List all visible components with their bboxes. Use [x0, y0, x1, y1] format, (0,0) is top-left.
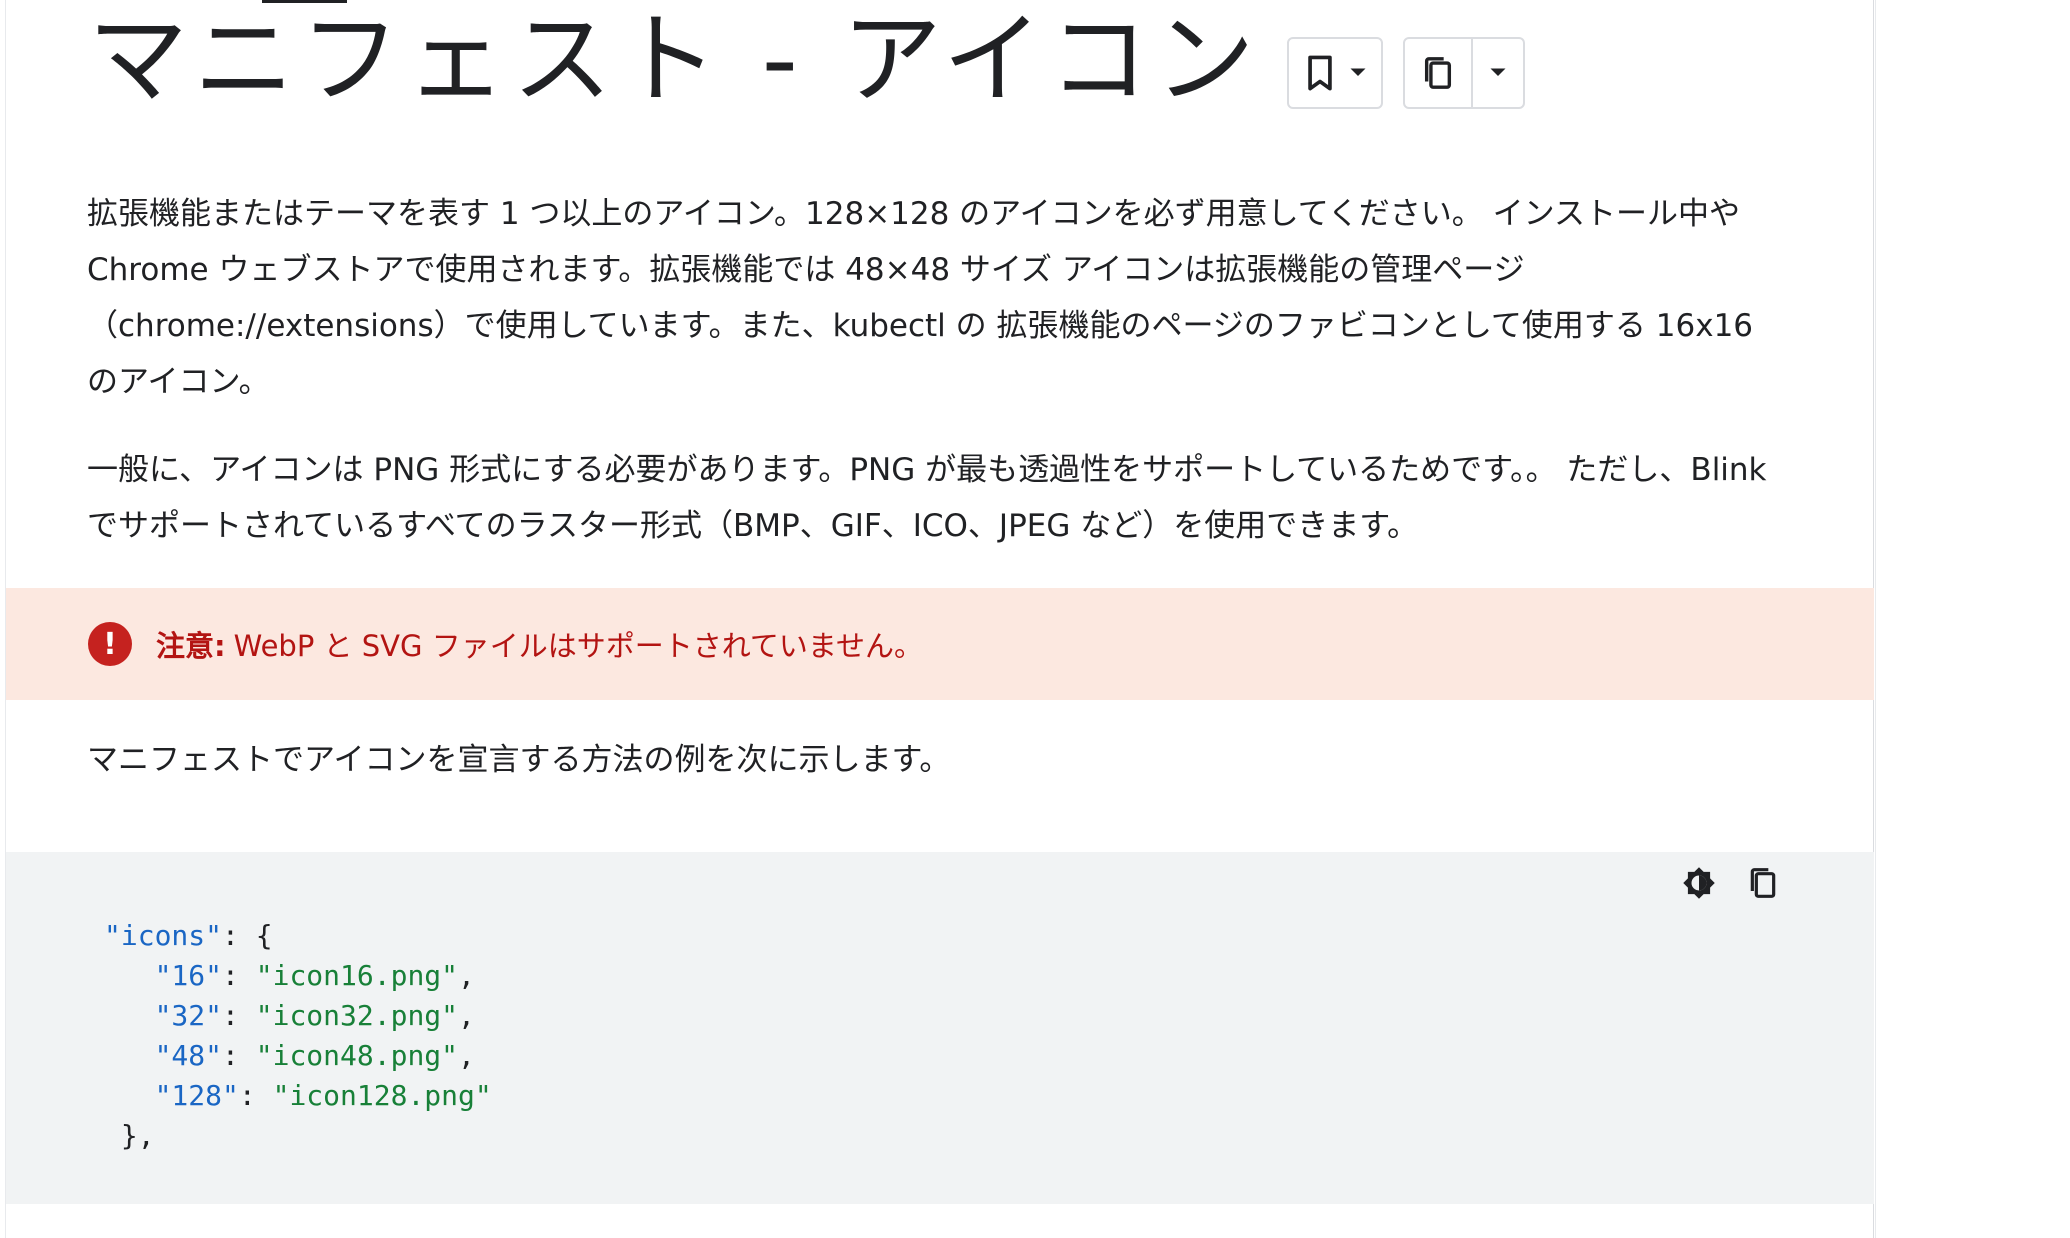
right-pane	[1875, 0, 2070, 1238]
error-icon: !	[88, 622, 132, 666]
code-key: "16"	[154, 959, 223, 992]
theme-toggle-button[interactable]	[1678, 862, 1720, 904]
bookmark-button-group	[1286, 37, 1383, 109]
bookmark-dropdown-button[interactable]	[1343, 39, 1381, 107]
caution-label: 注意:	[156, 629, 226, 663]
copy-link-button[interactable]	[1405, 39, 1471, 107]
code-block[interactable]: "icons": { "16": "icon16.png", "32": "ic…	[6, 852, 1874, 1204]
caution-message: WebP と SVG ファイルはサポートされていません。	[233, 629, 923, 663]
caution-callout: ! 注意: WebP と SVG ファイルはサポートされていません。	[6, 588, 1874, 700]
chevron-down-icon	[1490, 68, 1506, 76]
bookmark-icon	[1307, 55, 1332, 91]
code-copy-button[interactable]	[1742, 862, 1784, 904]
copy-icon	[1750, 868, 1776, 898]
code-key: "icons"	[104, 919, 223, 952]
page: マニフェスト - アイコン 拡張機能またはテーマを表す 1 つ以上のアイコン。1…	[0, 0, 2070, 1238]
paragraph-example-intro: マニフェストでアイコンを宣言する方法の例を次に示します。	[87, 742, 951, 778]
code-key: "32"	[154, 999, 223, 1032]
copy-dropdown-button[interactable]	[1470, 39, 1523, 107]
code-string: "icon128.png"	[272, 1079, 492, 1112]
code-key: "48"	[154, 1039, 223, 1072]
code-string: "icon48.png"	[255, 1039, 459, 1072]
code-toolbar	[1678, 862, 1784, 904]
title-row: マニフェスト - アイコン	[88, 0, 1525, 120]
page-title: マニフェスト - アイコン	[88, 1, 1261, 118]
caution-text: 注意: WebP と SVG ファイルはサポートされていません。	[156, 623, 923, 665]
code-string: "icon32.png"	[255, 999, 459, 1032]
chevron-down-icon	[1350, 68, 1366, 76]
paragraph-icons-description: 拡張機能またはテーマを表す 1 つ以上のアイコン。128×128 のアイコンを必…	[87, 196, 1754, 400]
copy-button-group	[1402, 37, 1525, 109]
code-key: "128"	[154, 1079, 239, 1112]
bookmark-button[interactable]	[1289, 39, 1343, 107]
copy-icon	[1424, 57, 1451, 89]
code-string: "icon16.png"	[255, 959, 459, 992]
paragraph-icon-formats: 一般に、アイコンは PNG 形式にする必要があります。PNG が最も透過性をサポ…	[87, 452, 1767, 544]
code-content: "icons": { "16": "icon16.png", "32": "ic…	[104, 919, 492, 1152]
theme-toggle-icon	[1683, 867, 1715, 899]
